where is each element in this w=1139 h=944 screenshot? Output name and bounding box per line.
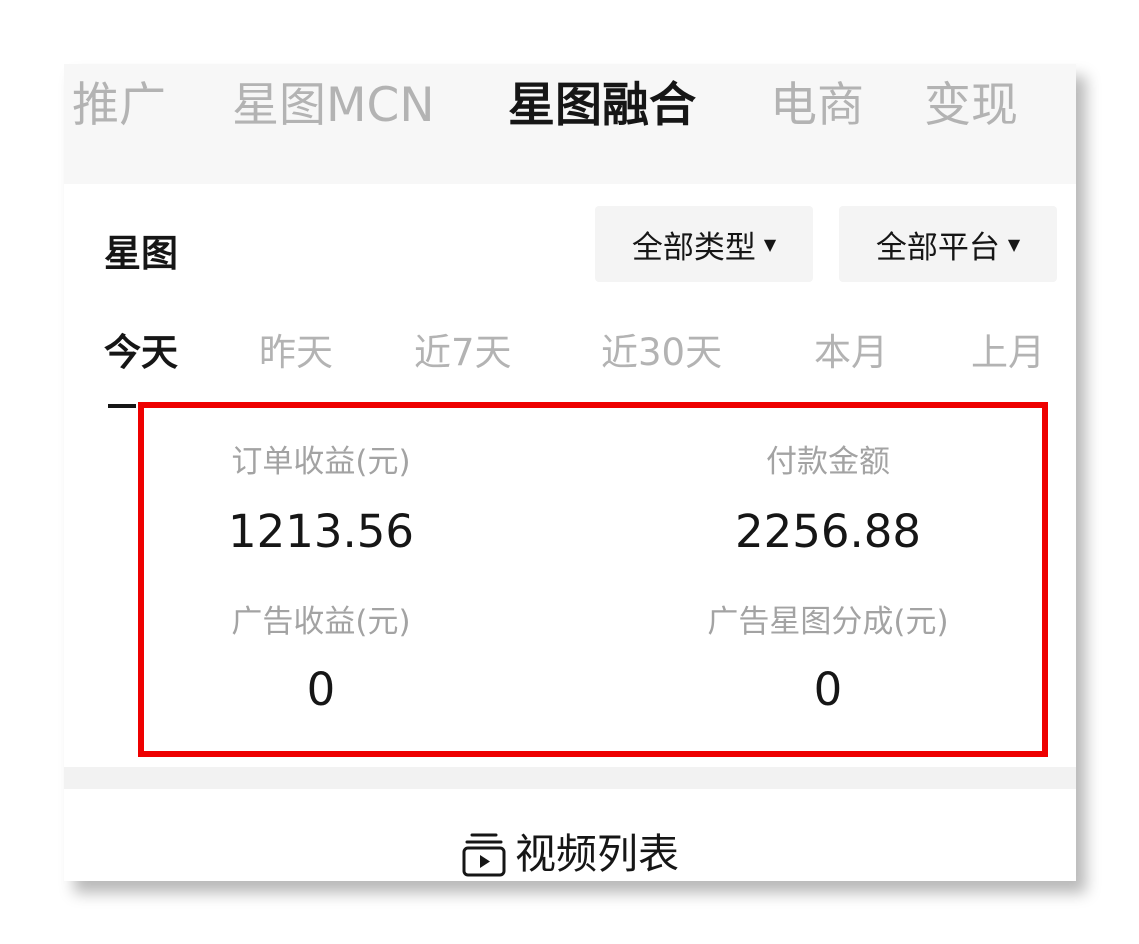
period-tab-today[interactable]: 今天 [104,329,178,377]
order-income-value: 1213.56 [227,505,415,558]
period-tab-yesterday[interactable]: 昨天 [259,329,333,377]
section-divider [64,767,1076,789]
ad-xingtu-share-value: 0 [813,663,843,716]
video-list-icon [462,833,506,877]
ad-income-value: 0 [306,663,336,716]
payment-amount-value: 2256.88 [734,505,922,558]
active-period-indicator [108,404,136,408]
period-tab-last-month[interactable]: 上月 [971,329,1045,377]
tab-xingtu-ronghe[interactable]: 星图融合 [508,76,696,136]
ad-income-label: 广告收益(元) [231,604,411,640]
tab-bianxian[interactable]: 变现 [924,76,1018,136]
caret-down-icon: ▼ [763,234,777,254]
xingtu-panel: 星图 全部类型 ▼ 全部平台 ▼ 今天 昨天 近7天 近30天 本月 上月 订单收益… [64,184,1076,767]
order-income-label: 订单收益(元) [231,444,411,480]
tab-xingtu-mcn[interactable]: 星图MCN [232,76,435,136]
top-tab-bar: 推广 星图MCN 星图融合 电商 变现 [64,64,1076,184]
type-filter-dropdown[interactable]: 全部类型 ▼ [595,206,813,282]
payment-amount-label: 付款金额 [766,444,890,480]
caret-down-icon: ▼ [1007,234,1021,254]
video-list-label: 视频列表 [515,830,679,878]
period-tab-last-7-days[interactable]: 近7天 [414,329,512,377]
type-filter-label: 全部类型 [631,229,756,266]
period-tab-this-month[interactable]: 本月 [814,329,888,377]
period-tab-last-30-days[interactable]: 近30天 [601,329,722,377]
screenshot-card: 推广 星图MCN 星图融合 电商 变现 星图 全部类型 ▼ 全部平台 ▼ 今天 昨天… [64,64,1076,881]
video-list-button[interactable]: 视频列表 [64,789,1076,881]
section-title: 星图 [104,232,178,275]
tab-dianshang[interactable]: 电商 [770,76,864,136]
platform-filter-label: 全部平台 [875,229,1000,266]
ad-xingtu-share-label: 广告星图分成(元) [707,604,949,640]
tab-tuiguang[interactable]: 推广 [72,76,166,136]
platform-filter-dropdown[interactable]: 全部平台 ▼ [839,206,1057,282]
